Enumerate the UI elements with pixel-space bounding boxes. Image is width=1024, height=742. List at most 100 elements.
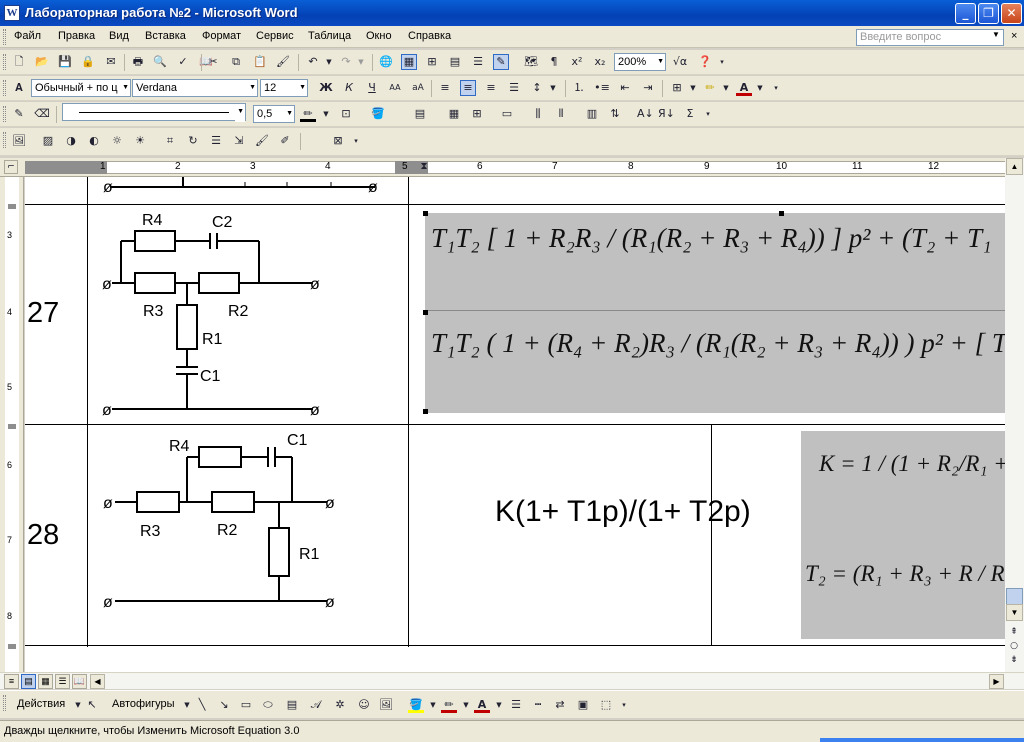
less-contrast-icon[interactable]: ◐	[86, 133, 102, 149]
align-cell-icon[interactable]: ▭	[499, 106, 515, 122]
toolbar-grip[interactable]	[3, 106, 6, 122]
ask-dropdown-icon[interactable]: ▼	[992, 30, 1000, 39]
resize-handle[interactable]	[423, 409, 428, 414]
shadow-style-icon[interactable]: ▣	[575, 697, 591, 713]
transfer-function-28[interactable]: K(1+ T1p)/(1+ T2p)	[495, 495, 751, 529]
bold-button[interactable]: Ж	[318, 80, 334, 96]
menu-tools[interactable]: Сервис	[256, 30, 294, 42]
outside-border-icon[interactable]: ⊡	[338, 106, 354, 122]
align-left-icon[interactable]: ≡	[437, 80, 453, 96]
arrow-style-icon[interactable]: ⇄	[552, 697, 568, 713]
resize-handle[interactable]	[423, 211, 428, 216]
line-weight-select[interactable]: 0,5 ▼	[253, 105, 295, 123]
web-view-icon[interactable]: ▤	[21, 674, 36, 689]
spelling-icon[interactable]: ✓	[175, 54, 191, 70]
email-icon[interactable]: ✉	[103, 54, 119, 70]
scroll-up-icon[interactable]: ▲	[1006, 158, 1023, 175]
tables-borders-icon[interactable]: ▦	[401, 54, 417, 70]
toolbar-options-icon[interactable]: ▾	[616, 697, 632, 713]
permission-icon[interactable]: 🔒	[80, 54, 96, 70]
select-objects-icon[interactable]: ↖	[84, 697, 100, 713]
char-border-icon[interactable]: aA	[410, 80, 426, 96]
circuit-diagram-27[interactable]: ø ø ø ø R4 C2 R3 R2 R1 C1	[87, 205, 407, 423]
cut-icon[interactable]: ✂	[205, 54, 221, 70]
numbering-icon[interactable]: ⒈	[571, 80, 587, 96]
toolbar-options-icon[interactable]: ▾	[714, 54, 730, 70]
actions-menu[interactable]: Действия	[17, 698, 65, 710]
menu-table[interactable]: Таблица	[308, 30, 351, 42]
subscript-icon[interactable]: x₂	[592, 54, 608, 70]
insert-picture-icon[interactable]: 🖼	[11, 133, 27, 149]
menu-grip[interactable]	[3, 29, 6, 45]
menu-window[interactable]: Окно	[366, 30, 392, 42]
toolbar-grip[interactable]	[3, 132, 6, 148]
insert-table-icon[interactable]: ⊞	[424, 54, 440, 70]
line-style-icon[interactable]: ☰	[508, 697, 524, 713]
reading-view-icon[interactable]: 📖	[72, 674, 87, 689]
crop-icon[interactable]: ⌗	[162, 133, 178, 149]
borders-icon[interactable]: ⊞	[669, 80, 685, 96]
highlight-dropdown-icon[interactable]: ▼	[718, 80, 734, 96]
autoformat-icon[interactable]: ▥	[584, 106, 600, 122]
highlight-icon[interactable]: ✏	[702, 80, 718, 96]
toolbar-options-icon[interactable]: ▾	[700, 106, 716, 122]
circuit-diagram-28[interactable]: ø ø ø ø R4 C1 R3 R2 R1	[87, 425, 407, 643]
equation-object-27[interactable]: T₁T₂ [ 1 + R₂R₃ / (R₁(R₂ + R₃ + R₄)) ] p…	[425, 213, 1005, 413]
open-icon[interactable]: 📂	[34, 54, 50, 70]
toolbar-grip[interactable]	[3, 695, 6, 711]
resize-handle[interactable]	[779, 211, 784, 216]
diagram-icon[interactable]: ✲	[332, 697, 348, 713]
underline-button[interactable]: Ч	[364, 80, 380, 96]
horizontal-ruler[interactable]: ⌐ ⧗ 1 2 3 4 5 6 7 8 9 10 11 12	[0, 158, 1024, 177]
help-icon[interactable]: ❓	[697, 54, 713, 70]
hyperlink-icon[interactable]: 🌐	[378, 54, 394, 70]
sort-ascending-icon[interactable]: A↓	[637, 106, 654, 122]
format-picture-icon[interactable]: 🖌	[254, 133, 270, 149]
picture-icon[interactable]: 🖼	[378, 697, 394, 713]
print-icon[interactable]: 🖶	[130, 54, 146, 70]
shading-icon[interactable]: 🪣	[370, 106, 386, 122]
3d-style-icon[interactable]: ⬚	[598, 697, 614, 713]
vertical-ruler[interactable]: 3 4 5 6 7 8	[0, 177, 24, 672]
distribute-rows-icon[interactable]: ⫼	[530, 106, 546, 122]
align-center-icon[interactable]: ≡	[460, 80, 476, 96]
equation-editor-icon[interactable]: √α	[672, 54, 688, 70]
normal-view-icon[interactable]: ≡	[4, 674, 19, 689]
bullets-icon[interactable]: •≡	[594, 80, 610, 96]
undo-icon[interactable]: ↶	[305, 54, 321, 70]
copy-icon[interactable]: ⧉	[228, 54, 244, 70]
horizontal-scrollbar[interactable]: ≡ ▤ ▦ ☰ 📖 ◀ ▶	[0, 672, 1024, 689]
autoshapes-dropdown-icon[interactable]: ▼	[179, 697, 195, 713]
font-color-icon[interactable]: A	[474, 697, 490, 713]
menu-edit[interactable]: Правка	[58, 30, 95, 42]
scroll-right-icon[interactable]: ▶	[989, 674, 1004, 689]
font-size-select[interactable]: 12 ▼	[260, 79, 308, 97]
text-direction-icon[interactable]: ⇅	[607, 106, 623, 122]
scroll-down-icon[interactable]: ▼	[1006, 604, 1023, 621]
merge-cells-icon[interactable]: ▦	[446, 106, 462, 122]
autoshapes-menu[interactable]: Автофигуры	[112, 698, 175, 710]
styles-formatting-icon[interactable]: 𝐀	[11, 80, 27, 96]
line-color-dropdown-icon[interactable]: ▼	[458, 697, 474, 713]
next-page-icon[interactable]: ⇟	[1006, 652, 1022, 668]
split-cells-icon[interactable]: ⊞	[469, 106, 485, 122]
toolbar-grip[interactable]	[3, 80, 6, 96]
superscript-icon[interactable]: x²	[569, 54, 585, 70]
document-page[interactable]: ø ø 27 ø ø ø ø R4 C2 R3 R2 R1 C1 T₁T₂ […	[25, 177, 1005, 672]
indent-marker-icon[interactable]: ⧗	[416, 159, 432, 175]
equation-object-28[interactable]: K = 1 / (1 + R₂/R₁ + T₂ = (R₁ + R₃ + R /…	[801, 431, 1005, 639]
compress-icon[interactable]: ⇲	[231, 133, 247, 149]
line-style-icon[interactable]: ☰	[208, 133, 224, 149]
border-color-icon[interactable]: ✏	[300, 106, 316, 122]
arrow-tool-icon[interactable]: ↘	[216, 697, 232, 713]
italic-button[interactable]: К	[341, 80, 357, 96]
menu-help[interactable]: Справка	[408, 30, 451, 42]
fill-color-icon[interactable]: 🪣	[408, 697, 424, 713]
more-brightness-icon[interactable]: ☼	[109, 133, 125, 149]
redo-icon[interactable]: ↷	[338, 54, 354, 70]
undo-dropdown-icon[interactable]: ▼	[321, 54, 337, 70]
set-transparent-icon[interactable]: ✐	[277, 133, 293, 149]
decrease-indent-icon[interactable]: ⇤	[617, 80, 633, 96]
row-marker[interactable]	[8, 424, 16, 429]
clipart-icon[interactable]: ☺	[356, 697, 372, 713]
